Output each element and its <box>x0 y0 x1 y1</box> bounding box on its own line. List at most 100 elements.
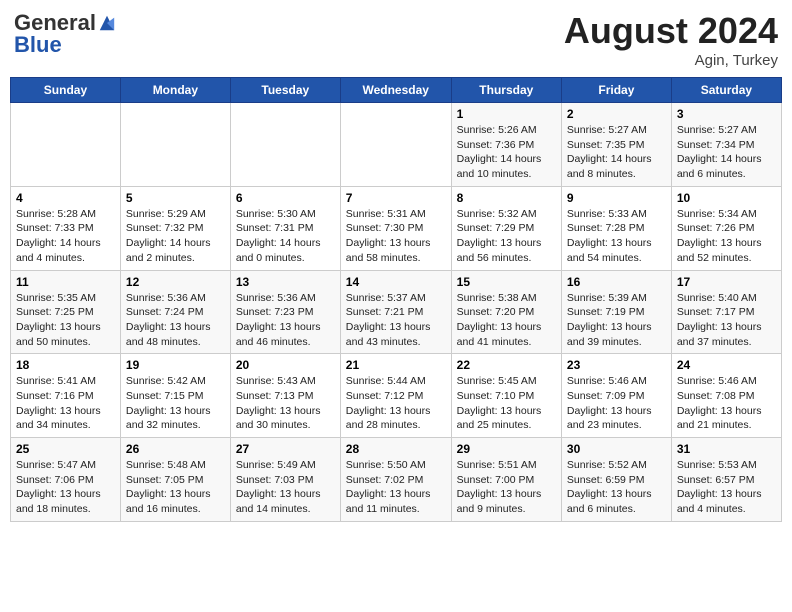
day-number: 2 <box>567 107 666 121</box>
logo-blue: Blue <box>14 32 62 58</box>
day-cell: 9 Sunrise: 5:33 AM Sunset: 7:28 PM Daylig… <box>561 186 671 270</box>
day-number: 18 <box>16 358 115 372</box>
day-info: Sunrise: 5:53 AM Sunset: 6:57 PM Dayligh… <box>677 458 776 517</box>
day-info: Sunrise: 5:27 AM Sunset: 7:34 PM Dayligh… <box>677 123 776 182</box>
day-info: Sunrise: 5:40 AM Sunset: 7:17 PM Dayligh… <box>677 291 776 350</box>
day-number: 21 <box>346 358 446 372</box>
day-cell: 14 Sunrise: 5:37 AM Sunset: 7:21 PM Dayli… <box>340 270 451 354</box>
day-cell: 15Sunrise: 5:38 AM Sunset: 7:20 PM Dayli… <box>451 270 561 354</box>
day-number: 10 <box>677 191 776 205</box>
day-info: Sunrise: 5:30 AM Sunset: 7:31 PM Dayligh… <box>236 207 335 266</box>
day-number: 22 <box>457 358 556 372</box>
day-number: 6 <box>236 191 335 205</box>
weekday-header-monday: Monday <box>120 78 230 103</box>
weekday-header-friday: Friday <box>561 78 671 103</box>
day-cell: 8 Sunrise: 5:32 AM Sunset: 7:29 PM Daylig… <box>451 186 561 270</box>
week-row-5: 25 Sunrise: 5:47 AM Sunset: 7:06 PM Dayli… <box>11 438 782 522</box>
day-info: Sunrise: 5:36 AM Sunset: 7:23 PM Dayligh… <box>236 291 335 350</box>
day-cell: 30 Sunrise: 5:52 AM Sunset: 6:59 PM Dayli… <box>561 438 671 522</box>
day-cell: 6 Sunrise: 5:30 AM Sunset: 7:31 PM Daylig… <box>230 186 340 270</box>
day-number: 4 <box>16 191 115 205</box>
day-info: Sunrise: 5:50 AM Sunset: 7:02 PM Dayligh… <box>346 458 446 517</box>
day-number: 9 <box>567 191 666 205</box>
logo: General Blue <box>14 10 116 58</box>
day-number: 1 <box>457 107 556 121</box>
day-info: Sunrise: 5:37 AM Sunset: 7:21 PM Dayligh… <box>346 291 446 350</box>
day-cell: 11 Sunrise: 5:35 AM Sunset: 7:25 PM Dayli… <box>11 270 121 354</box>
month-year: August 2024 <box>564 10 778 52</box>
weekday-header-tuesday: Tuesday <box>230 78 340 103</box>
day-number: 28 <box>346 442 446 456</box>
title-block: August 2024 Agin, Turkey <box>564 10 778 69</box>
day-info: Sunrise: 5:35 AM Sunset: 7:25 PM Dayligh… <box>16 291 115 350</box>
week-row-3: 11 Sunrise: 5:35 AM Sunset: 7:25 PM Dayli… <box>11 270 782 354</box>
day-info: Sunrise: 5:46 AM Sunset: 7:08 PM Dayligh… <box>677 374 776 433</box>
day-cell: 5Sunrise: 5:29 AM Sunset: 7:32 PM Daylig… <box>120 186 230 270</box>
day-cell: 2 Sunrise: 5:27 AM Sunset: 7:35 PM Daylig… <box>561 103 671 187</box>
day-info: Sunrise: 5:47 AM Sunset: 7:06 PM Dayligh… <box>16 458 115 517</box>
day-number: 29 <box>457 442 556 456</box>
day-cell <box>340 103 451 187</box>
day-cell: 24 Sunrise: 5:46 AM Sunset: 7:08 PM Dayli… <box>671 354 781 438</box>
location: Agin, Turkey <box>564 52 778 69</box>
day-number: 23 <box>567 358 666 372</box>
day-number: 12 <box>126 275 225 289</box>
day-info: Sunrise: 5:39 AM Sunset: 7:19 PM Dayligh… <box>567 291 666 350</box>
day-number: 8 <box>457 191 556 205</box>
day-cell: 1 Sunrise: 5:26 AM Sunset: 7:36 PM Daylig… <box>451 103 561 187</box>
day-info: Sunrise: 5:38 AM Sunset: 7:20 PM Dayligh… <box>457 291 556 350</box>
day-info: Sunrise: 5:44 AM Sunset: 7:12 PM Dayligh… <box>346 374 446 433</box>
day-info: Sunrise: 5:33 AM Sunset: 7:28 PM Dayligh… <box>567 207 666 266</box>
day-cell: 10 Sunrise: 5:34 AM Sunset: 7:26 PM Dayli… <box>671 186 781 270</box>
week-row-4: 18 Sunrise: 5:41 AM Sunset: 7:16 PM Dayli… <box>11 354 782 438</box>
weekday-header-wednesday: Wednesday <box>340 78 451 103</box>
day-cell: 13 Sunrise: 5:36 AM Sunset: 7:23 PM Dayli… <box>230 270 340 354</box>
day-info: Sunrise: 5:52 AM Sunset: 6:59 PM Dayligh… <box>567 458 666 517</box>
day-number: 3 <box>677 107 776 121</box>
day-number: 11 <box>16 275 115 289</box>
day-number: 26 <box>126 442 225 456</box>
day-cell: 25 Sunrise: 5:47 AM Sunset: 7:06 PM Dayli… <box>11 438 121 522</box>
day-cell: 26 Sunrise: 5:48 AM Sunset: 7:05 PM Dayli… <box>120 438 230 522</box>
day-info: Sunrise: 5:29 AM Sunset: 7:32 PM Dayligh… <box>126 207 225 266</box>
day-info: Sunrise: 5:46 AM Sunset: 7:09 PM Dayligh… <box>567 374 666 433</box>
day-number: 7 <box>346 191 446 205</box>
day-cell <box>230 103 340 187</box>
day-number: 30 <box>567 442 666 456</box>
day-number: 25 <box>16 442 115 456</box>
day-info: Sunrise: 5:48 AM Sunset: 7:05 PM Dayligh… <box>126 458 225 517</box>
day-cell: 4 Sunrise: 5:28 AM Sunset: 7:33 PM Daylig… <box>11 186 121 270</box>
day-number: 14 <box>346 275 446 289</box>
day-info: Sunrise: 5:36 AM Sunset: 7:24 PM Dayligh… <box>126 291 225 350</box>
day-number: 27 <box>236 442 335 456</box>
day-cell <box>11 103 121 187</box>
day-cell: 20 Sunrise: 5:43 AM Sunset: 7:13 PM Dayli… <box>230 354 340 438</box>
day-info: Sunrise: 5:34 AM Sunset: 7:26 PM Dayligh… <box>677 207 776 266</box>
day-info: Sunrise: 5:45 AM Sunset: 7:10 PM Dayligh… <box>457 374 556 433</box>
day-number: 16 <box>567 275 666 289</box>
day-cell: 23 Sunrise: 5:46 AM Sunset: 7:09 PM Dayli… <box>561 354 671 438</box>
day-cell: 29Sunrise: 5:51 AM Sunset: 7:00 PM Dayli… <box>451 438 561 522</box>
day-info: Sunrise: 5:41 AM Sunset: 7:16 PM Dayligh… <box>16 374 115 433</box>
day-info: Sunrise: 5:27 AM Sunset: 7:35 PM Dayligh… <box>567 123 666 182</box>
day-info: Sunrise: 5:49 AM Sunset: 7:03 PM Dayligh… <box>236 458 335 517</box>
day-number: 24 <box>677 358 776 372</box>
day-info: Sunrise: 5:43 AM Sunset: 7:13 PM Dayligh… <box>236 374 335 433</box>
day-cell: 3 Sunrise: 5:27 AM Sunset: 7:34 PM Daylig… <box>671 103 781 187</box>
day-info: Sunrise: 5:26 AM Sunset: 7:36 PM Dayligh… <box>457 123 556 182</box>
day-cell: 16 Sunrise: 5:39 AM Sunset: 7:19 PM Dayli… <box>561 270 671 354</box>
day-info: Sunrise: 5:32 AM Sunset: 7:29 PM Dayligh… <box>457 207 556 266</box>
day-number: 19 <box>126 358 225 372</box>
calendar-table: SundayMondayTuesdayWednesdayThursdayFrid… <box>10 77 782 522</box>
day-info: Sunrise: 5:31 AM Sunset: 7:30 PM Dayligh… <box>346 207 446 266</box>
day-info: Sunrise: 5:28 AM Sunset: 7:33 PM Dayligh… <box>16 207 115 266</box>
week-row-1: 1 Sunrise: 5:26 AM Sunset: 7:36 PM Daylig… <box>11 103 782 187</box>
logo-icon <box>98 14 116 32</box>
week-row-2: 4 Sunrise: 5:28 AM Sunset: 7:33 PM Daylig… <box>11 186 782 270</box>
day-number: 20 <box>236 358 335 372</box>
day-cell: 18 Sunrise: 5:41 AM Sunset: 7:16 PM Dayli… <box>11 354 121 438</box>
weekday-header-sunday: Sunday <box>11 78 121 103</box>
day-info: Sunrise: 5:42 AM Sunset: 7:15 PM Dayligh… <box>126 374 225 433</box>
day-number: 13 <box>236 275 335 289</box>
weekday-header-saturday: Saturday <box>671 78 781 103</box>
